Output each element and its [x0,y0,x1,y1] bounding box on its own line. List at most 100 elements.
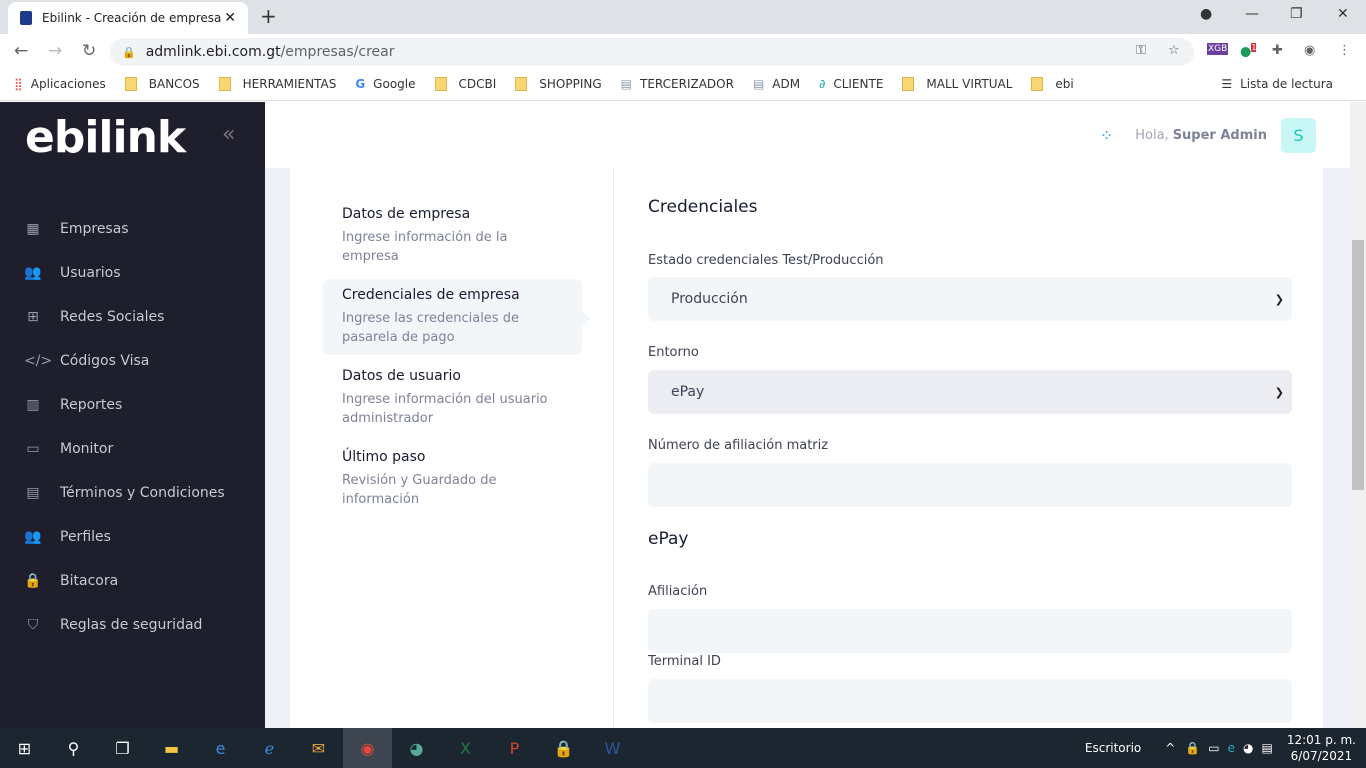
back-button[interactable]: ← [14,41,34,61]
close-window-button[interactable]: ✕ [1337,6,1349,22]
bookmark-ebi[interactable]: ebi [1031,77,1074,91]
collapse-sidebar-icon[interactable]: « [222,122,235,147]
start-button[interactable]: ⊞ [0,728,49,768]
browser-tab[interactable]: Ebilink - Creación de empresa ✕ [8,2,248,34]
file-explorer-icon[interactable]: ▬ [147,728,196,768]
security-lock-icon[interactable]: 🔒 [539,728,588,768]
step-credenciales-empresa[interactable]: Credenciales de empresa Ingrese las crede… [323,279,590,355]
bookmark-apps[interactable]: ⣿ Aplicaciones [14,77,106,91]
bookmark-herramientas[interactable]: HERRAMIENTAS [218,77,336,91]
sidebar-item-label: Usuarios [60,265,121,281]
bookmark-cliente[interactable]: ∂ CLIENTE [819,77,883,91]
page-scrollbar[interactable] [1350,102,1366,728]
outlook-icon[interactable]: ✉ [294,728,343,768]
globe-app-icon[interactable]: ◕ [392,728,441,768]
terminal-id-label: Terminal ID [648,654,721,669]
quick-actions-icon[interactable]: ⁘ [1100,126,1113,145]
close-tab-icon[interactable]: ✕ [224,10,236,26]
grammarly-extension-icon[interactable]: ●1 [1240,43,1257,59]
minimize-button[interactable]: — [1245,6,1259,22]
sidebar-item-t-rminos-y-condiciones[interactable]: ▤ Términos y Condiciones [0,471,265,515]
excel-icon[interactable]: X [441,728,490,768]
bookmark-mall-virtual[interactable]: MALL VIRTUAL [902,77,1012,91]
sidebar-item-perfiles[interactable]: 👥 Perfiles [0,515,265,559]
step-title: Credenciales de empresa [342,287,520,303]
user-greeting[interactable]: ⁘ Hola, Super Admin S [1100,102,1316,168]
folder-icon [218,77,231,91]
sidebar: ebilink « ▦ Empresas 👥 Usuarios ⊞ Redes Socia… [0,102,265,728]
avatar[interactable]: S [1281,117,1316,153]
key-icon[interactable]: ⚿ [1136,43,1146,58]
folder-icon [515,77,528,91]
bookmarks-bar: ⣿ Aplicaciones BANCOS HERRAMIENTAS G Googl… [0,68,1366,101]
profiles-icon: 👥 [24,529,42,545]
ebilink-logo[interactable]: ebilink [25,112,186,163]
bookmark-cdcbi[interactable]: CDCBI [434,77,496,91]
bookmark-label: Aplicaciones [30,77,106,91]
profile-menu-icon[interactable]: ● [1200,6,1212,22]
folder-icon [1031,77,1044,91]
entorno-select[interactable]: ePay ❯ [648,370,1292,414]
afiliacion-matriz-input[interactable] [648,463,1292,507]
step-description: Ingrese las credenciales de pasarela de … [342,311,519,345]
step-datos-empresa[interactable]: Datos de empresa Ingrese información de l… [323,198,582,274]
network-icon[interactable]: ▭ [1208,741,1219,755]
lock-tray-icon[interactable]: 🔒 [1185,741,1200,755]
lock-icon: 🔒 [122,45,136,59]
reading-list-button[interactable]: ☰ Lista de lectura [1221,77,1333,91]
show-hidden-icons[interactable]: ^ [1165,741,1175,755]
xgb-extension-icon[interactable]: XGB [1207,43,1229,55]
bookmark-label: Google [373,77,416,91]
sidebar-item-label: Reglas de seguridad [60,617,203,633]
chrome-icon[interactable]: ◉ [343,728,392,768]
bookmark-google[interactable]: G Google [355,77,415,91]
sidebar-item-c-digos-visa[interactable]: </> Códigos Visa [0,339,265,383]
maximize-button[interactable]: ❐ [1290,6,1303,22]
sidebar-item-reglas-de-seguridad[interactable]: ⛉ Reglas de seguridad [0,603,265,647]
scrollbar-thumb[interactable] [1352,240,1364,490]
reload-button[interactable]: ↻ [82,41,102,61]
page-icon: ▤ [752,77,765,91]
notifications-icon[interactable]: ▤ [1262,741,1273,755]
step-ultimo-paso[interactable]: Último paso Revisión y Guardado de inform… [323,441,582,517]
afiliacion-input[interactable] [648,609,1292,653]
section-title-epay: ePay [648,529,689,549]
desktop-toolbar[interactable]: Escritorio [1085,741,1141,755]
bookmark-shopping[interactable]: SHOPPING [515,77,602,91]
bookmark-tercerizador[interactable]: ▤ TERCERIZADOR [621,77,734,91]
sidebar-item-empresas[interactable]: ▦ Empresas [0,207,265,251]
bookmark-adm[interactable]: ▤ ADM [753,77,800,91]
sidebar-item-label: Bitacora [60,573,119,589]
terminal-id-input[interactable] [648,679,1292,723]
task-view-icon[interactable]: ❐ [98,728,147,768]
bookmark-bancos[interactable]: BANCOS [124,77,200,91]
sidebar-item-bitacora[interactable]: 🔒 Bitacora [0,559,265,603]
sidebar-item-monitor[interactable]: ▭ Monitor [0,427,265,471]
eset-icon[interactable]: e [1228,741,1235,755]
edge-icon[interactable]: e [196,728,245,768]
clock[interactable]: 12:01 p. m. 6/07/2021 [1287,732,1356,764]
step-datos-usuario[interactable]: Datos de usuario Ingrese información del … [323,360,582,436]
internet-explorer-icon[interactable]: ℯ [245,728,294,768]
section-title-credenciales: Credenciales [648,197,758,217]
powerpoint-icon[interactable]: P [490,728,539,768]
sidebar-item-reportes[interactable]: ▥ Reportes [0,383,265,427]
url-input[interactable]: 🔒 admlink.ebi.com.gt/empresas/crear [110,38,1194,66]
bookmark-label: ebi [1055,77,1074,91]
entorno-label: Entorno [648,345,699,360]
globe-tray-icon[interactable]: ◕ [1243,741,1253,755]
sidebar-item-usuarios[interactable]: 👥 Usuarios [0,251,265,295]
new-tab-button[interactable]: + [260,4,277,28]
sidebar-item-label: Códigos Visa [60,353,150,369]
word-icon[interactable]: W [588,728,637,768]
estado-select[interactable]: Producción ❯ [648,277,1292,321]
account-icon[interactable]: ◉ [1304,43,1315,58]
sidebar-item-redes-sociales[interactable]: ⊞ Redes Sociales [0,295,265,339]
extensions-icon[interactable]: ✚ [1272,43,1283,58]
chevron-down-icon: ❯ [1274,292,1284,306]
search-icon[interactable]: ⚲ [49,728,98,768]
star-icon[interactable]: ☆ [1168,43,1180,58]
reading-list-icon: ☰ [1221,77,1233,91]
menu-icon[interactable]: ⋮ [1338,43,1351,58]
forward-button[interactable]: → [48,41,68,61]
